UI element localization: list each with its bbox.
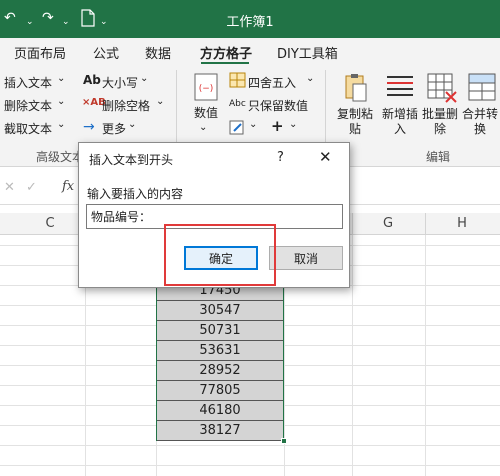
merge-convert-label-2[interactable]: 换 xyxy=(460,122,500,137)
table-row[interactable]: 77805 xyxy=(157,381,283,401)
chevron-down-icon: ⌄ xyxy=(156,96,165,107)
fill-handle[interactable] xyxy=(281,438,287,444)
dialog-prompt: 输入要插入的内容 xyxy=(87,187,184,201)
case-icon: Ab xyxy=(83,73,101,87)
tab-page-layout[interactable]: 页面布局 xyxy=(14,43,66,62)
table-row[interactable]: 50731 xyxy=(157,321,283,341)
edit-cell-icon[interactable] xyxy=(229,120,245,136)
function-icon[interactable]: fx xyxy=(62,179,74,194)
more-button[interactable]: 更多 xyxy=(102,120,126,137)
batch-delete-label-1[interactable]: 批量删 xyxy=(420,107,460,122)
tab-data[interactable]: 数据 xyxy=(145,43,171,62)
keep-numbers-button[interactable]: 只保留数值 xyxy=(248,97,308,114)
insert-text-dialog: 插入文本到开头 ? ✕ 输入要插入的内容 确定 取消 xyxy=(78,142,350,288)
new-insert-icon xyxy=(387,76,413,96)
grid-line xyxy=(425,235,426,476)
tab-diy-toolbox[interactable]: DIY工具箱 xyxy=(277,43,338,62)
delete-spaces-button[interactable]: 删除空格 xyxy=(102,97,150,114)
chevron-down-icon: ⌄ xyxy=(57,73,66,84)
title-bar: ↶ ⌄ ↷ ⌄ ⌄ 工作簿1 xyxy=(0,0,500,38)
ribbon-tabs: 页面布局 公式 数据 方方格子 DIY工具箱 xyxy=(0,38,500,64)
table-row[interactable]: 46180 xyxy=(157,401,283,421)
case-button[interactable]: 大小写 xyxy=(102,74,138,91)
chevron-down-icon: ⌄ xyxy=(57,96,66,107)
excel-window: ↶ ⌄ ↷ ⌄ ⌄ 工作簿1 页面布局 公式 数据 方方格子 DIY工具箱 插入… xyxy=(0,0,500,476)
merge-convert-label-1[interactable]: 合并转 xyxy=(460,107,500,122)
insert-text-input[interactable] xyxy=(86,204,343,229)
abc-icon: Abc xyxy=(229,99,246,109)
table-row[interactable]: 30547 xyxy=(157,301,283,321)
table-row[interactable]: 28952 xyxy=(157,361,283,381)
cancel-icon[interactable]: ✕ xyxy=(4,180,15,195)
round-icon xyxy=(229,72,246,88)
batch-delete-label-2[interactable]: 除 xyxy=(420,122,460,137)
batch-delete-icon xyxy=(427,73,457,103)
round-button[interactable]: 四舍五入 xyxy=(248,74,296,91)
column-separator xyxy=(425,213,426,235)
group-label-advanced-text: 高级文本 xyxy=(36,150,85,164)
arrow-right-icon: → xyxy=(83,119,95,135)
merge-convert-icon xyxy=(468,73,496,101)
chevron-down-icon: ⌄ xyxy=(57,119,66,130)
table-row[interactable]: 38127 xyxy=(157,421,283,441)
chevron-down-icon: ⌄ xyxy=(199,122,208,133)
new-insert-label-1[interactable]: 新增插 xyxy=(380,107,420,122)
copy-paste-icon xyxy=(345,74,367,102)
confirm-icon[interactable]: ✓ xyxy=(26,180,37,195)
help-icon[interactable]: ? xyxy=(277,150,284,165)
close-icon[interactable]: ✕ xyxy=(319,148,332,166)
tab-formulas[interactable]: 公式 xyxy=(93,43,119,62)
table-row[interactable]: 53631 xyxy=(157,341,283,361)
tab-fangfang[interactable]: 方方格子 xyxy=(200,43,252,62)
chevron-down-icon: ⌄ xyxy=(140,73,149,84)
numbers-button[interactable]: 数值 xyxy=(188,106,224,121)
chevron-down-icon: ⌄ xyxy=(128,119,137,130)
window-title: 工作簿1 xyxy=(226,15,274,30)
column-separator xyxy=(352,213,353,235)
column-header-h[interactable]: H xyxy=(442,216,482,231)
numbers-icon: (−) xyxy=(194,73,218,101)
chevron-down-icon: ⌄ xyxy=(306,73,315,84)
chevron-down-icon: ⌄ xyxy=(289,119,298,130)
insert-text-button[interactable]: 插入文本 xyxy=(4,74,52,91)
svg-text:(−): (−) xyxy=(199,84,214,94)
copy-paste-label-1[interactable]: 复制粘 xyxy=(337,107,373,122)
group-label-edit: 编辑 xyxy=(426,150,451,164)
new-insert-label-2[interactable]: 入 xyxy=(380,122,420,137)
cancel-button[interactable]: 取消 xyxy=(269,246,343,270)
dialog-title: 插入文本到开头 xyxy=(89,153,174,167)
grid-line xyxy=(352,235,353,476)
copy-paste-label-2[interactable]: 贴 xyxy=(337,122,373,137)
extract-text-button[interactable]: 截取文本 xyxy=(4,120,52,137)
plus-icon[interactable]: + xyxy=(271,117,284,135)
column-header-g[interactable]: G xyxy=(368,216,408,231)
column-header-c[interactable]: C xyxy=(30,216,70,231)
ok-button[interactable]: 确定 xyxy=(184,246,258,270)
chevron-down-icon: ⌄ xyxy=(249,119,258,130)
delete-text-button[interactable]: 删除文本 xyxy=(4,97,52,114)
